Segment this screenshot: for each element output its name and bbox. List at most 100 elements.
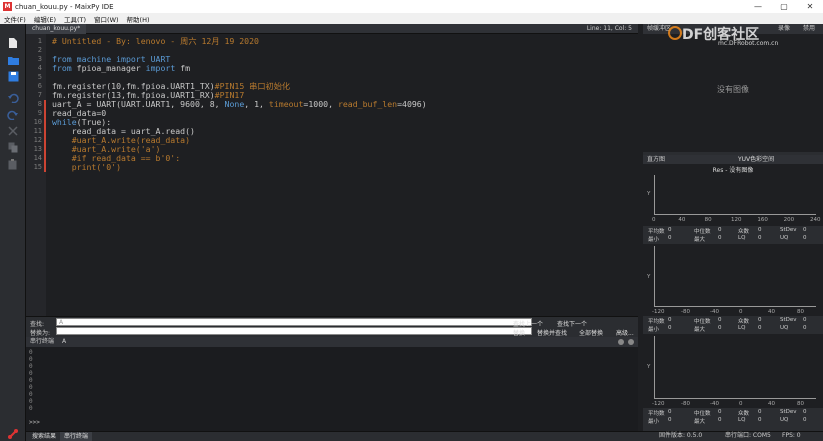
terminal-line: 0: [29, 349, 33, 356]
histogram-grid: [654, 336, 816, 399]
find-next-button[interactable]: 查找下一个: [557, 319, 587, 328]
find-replace-bar: 查找: A 替换为: 查找上一个 查找下一个 替换 替换并查找 全部替换 高级.…: [26, 316, 638, 337]
histogram-x-tick: 240: [810, 217, 821, 223]
replace-find-button[interactable]: 替换并查找: [537, 328, 567, 337]
find-input[interactable]: A: [56, 318, 532, 326]
undo-icon[interactable]: [5, 91, 21, 105]
line-number: 1: [37, 37, 42, 45]
histogram-x-tick: 40: [768, 401, 775, 407]
stat-value: 0: [803, 409, 807, 415]
modified-line-marker: [44, 100, 46, 109]
code-editor[interactable]: 1 2 3 4 5 6 7 8 9 10 11 12 13 14 15 # Untitled - By: l…: [26, 34, 638, 316]
menu-tools[interactable]: 工具(T): [60, 14, 90, 24]
no-image-text: 没有图像: [717, 85, 749, 94]
histogram-header: 直方图 YUV色彩空间: [643, 155, 823, 164]
app-icon: M: [3, 2, 12, 11]
cut-icon[interactable]: [5, 124, 21, 138]
colorspace-select[interactable]: YUV色彩空间: [738, 155, 774, 164]
stat-label: LQ: [738, 235, 746, 241]
stat-value: 0: [718, 227, 722, 233]
stat-value: 0: [668, 325, 672, 331]
find-prev-button[interactable]: 查找上一个: [513, 319, 543, 328]
code-line[interactable]: # Untitled - By: lenovo - 周六 12月 19 2020: [52, 37, 259, 46]
connect-icon[interactable]: [5, 427, 21, 441]
save-icon[interactable]: [5, 69, 21, 83]
paste-icon[interactable]: [5, 157, 21, 171]
dfrobot-watermark: DF创客社区 mc.DFRobot.com.cn: [668, 24, 818, 47]
line-number: 8: [37, 100, 42, 108]
histogram-x-tick: 0: [739, 309, 743, 315]
stat-label: 平均数: [648, 319, 665, 325]
stat-label: LQ: [738, 417, 746, 423]
framebuffer-view: 没有图像: [643, 34, 823, 152]
left-toolbar: [0, 24, 26, 441]
code-token: None: [224, 99, 245, 109]
stat-value: 0: [758, 409, 762, 415]
line-number: 14: [33, 154, 42, 162]
terminal-title: 串行终端: [30, 338, 55, 345]
close-button[interactable]: ✕: [797, 0, 823, 13]
stat-label: LQ: [738, 325, 746, 331]
menu-help[interactable]: 帮助(H): [123, 14, 154, 24]
terminal-clear-icon[interactable]: [618, 339, 624, 345]
copy-icon[interactable]: [5, 140, 21, 154]
stat-value: 0: [758, 317, 762, 323]
window-controls: — ▢ ✕: [745, 0, 823, 13]
open-folder-icon[interactable]: [5, 53, 21, 67]
modified-line-marker: [44, 109, 46, 118]
histogram-stats-1: 平均数 0 中位数 0 众数 0 StDev 0 最小 0 最大 0 LQ 0 UQ 0: [643, 226, 823, 244]
code-token: # Untitled - By: lenovo - 周六 12月 19 2020: [52, 36, 259, 46]
replace-input[interactable]: [56, 327, 532, 335]
code-line[interactable]: uart_A = UART(UART.UART1, 9600, 8, None,…: [52, 100, 427, 109]
histogram-x-tick: -120: [652, 401, 665, 407]
stat-label: 最大: [694, 237, 706, 243]
terminal-line: 0: [29, 405, 33, 412]
stat-label: 平均数: [648, 229, 665, 235]
terminal-line: 0: [29, 384, 33, 391]
editor-tab-file[interactable]: chuan_kouu.py*: [26, 24, 87, 34]
serial-terminal[interactable]: 000000000 >>>: [26, 347, 638, 431]
new-file-icon[interactable]: [5, 36, 21, 50]
stat-value: 0: [668, 235, 672, 241]
histogram-x-tick: -40: [710, 401, 719, 407]
fps-readout: FPS: 0: [782, 432, 801, 439]
replace-all-button[interactable]: 全部替换: [579, 328, 603, 337]
stat-label: 众数: [738, 411, 750, 417]
minimize-button[interactable]: —: [745, 0, 771, 13]
title-bar: M chuan_kouu.py - MaixPy IDE — ▢ ✕: [0, 0, 823, 13]
line-number: 6: [37, 82, 42, 90]
stat-value: 0: [758, 417, 762, 423]
replace-button[interactable]: 替换: [513, 328, 525, 337]
line-number: 2: [37, 46, 42, 54]
code-token: =4096): [397, 99, 427, 109]
menu-window[interactable]: 窗口(W): [90, 14, 123, 24]
line-number: 12: [33, 136, 42, 144]
tab-search-results[interactable]: 搜索结果: [28, 432, 60, 441]
line-number-gutter: 1 2 3 4 5 6 7 8 9 10 11 12 13 14 15: [26, 34, 46, 316]
code-line[interactable]: from fpioa_manager import fm: [52, 64, 190, 73]
histogram-grid: [654, 246, 816, 307]
gear-icon: [668, 26, 682, 40]
stat-value: 0: [668, 317, 672, 323]
code-token: import: [145, 63, 181, 73]
advanced-button[interactable]: 高级...: [616, 328, 634, 337]
stat-value: 0: [758, 227, 762, 233]
code-line[interactable]: print('0'): [52, 163, 121, 172]
terminal-header: 串行终端 A: [26, 337, 638, 347]
terminal-title-value: A: [61, 338, 67, 345]
terminal-line: 0: [29, 363, 33, 370]
redo-icon[interactable]: [5, 108, 21, 122]
menu-edit[interactable]: 编辑(E): [30, 14, 60, 24]
stat-label: 众数: [738, 319, 750, 325]
menu-file[interactable]: 文件(F): [0, 14, 30, 24]
stat-value: 0: [668, 417, 672, 423]
stat-label: 中位数: [694, 411, 711, 417]
tab-serial-terminal[interactable]: 串行终端: [60, 432, 93, 441]
histogram-x-tick: 200: [783, 217, 795, 223]
modified-line-marker: [44, 145, 46, 154]
line-number: 10: [33, 118, 42, 126]
code-token: read_buf_len: [337, 99, 398, 109]
maximize-button[interactable]: ▢: [771, 0, 797, 13]
terminal-close-icon[interactable]: [628, 339, 634, 345]
terminal-line: 0: [29, 391, 33, 398]
